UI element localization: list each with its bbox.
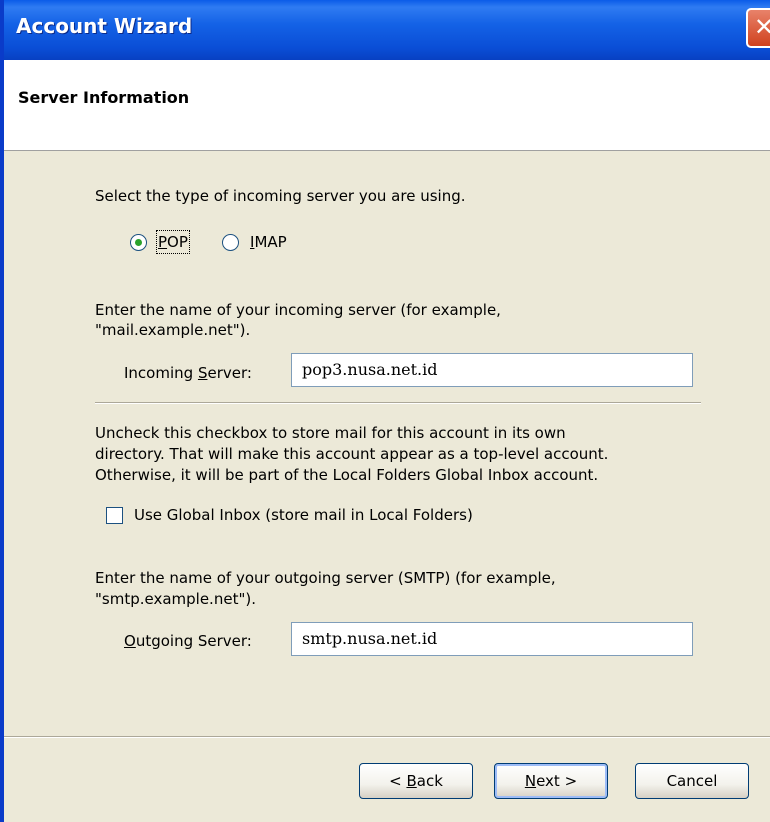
title-bar[interactable]: Account Wizard ✕	[0, 0, 770, 60]
global-inbox-text-line3: Otherwise, it will be part of the Local …	[95, 466, 599, 484]
imap-radio[interactable]	[222, 234, 239, 251]
radio-selected-dot	[135, 239, 142, 246]
server-type-prompt: Select the type of incoming server you a…	[95, 187, 466, 205]
global-inbox-text-line1: Uncheck this checkbox to store mail for …	[95, 424, 566, 442]
window-title: Account Wizard	[16, 14, 193, 38]
button-bar-divider	[4, 736, 770, 738]
page-title: Server Information	[18, 88, 190, 107]
pop-radio-label[interactable]: POP	[156, 230, 190, 254]
incoming-server-prompt-line1: Enter the name of your incoming server (…	[95, 301, 501, 319]
incoming-server-label: Incoming Server:	[124, 364, 252, 382]
outgoing-server-label: Outgoing Server:	[124, 632, 252, 650]
global-inbox-text-line2: directory. That will make this account a…	[95, 445, 609, 463]
incoming-server-input[interactable]: pop3.nusa.net.id	[291, 353, 693, 387]
use-global-inbox-checkbox[interactable]	[106, 507, 123, 524]
cancel-button[interactable]: Cancel	[635, 763, 749, 799]
wizard-header: Server Information	[4, 60, 770, 151]
imap-radio-label[interactable]: IMAP	[250, 232, 287, 252]
next-button[interactable]: Next >	[494, 763, 608, 799]
incoming-server-prompt-line2: "mail.example.net").	[95, 321, 251, 339]
back-button[interactable]: < Back	[359, 763, 473, 799]
outgoing-server-prompt-line1: Enter the name of your outgoing server (…	[95, 569, 556, 587]
pop-radio[interactable]	[130, 234, 147, 251]
use-global-inbox-label[interactable]: Use Global Inbox (store mail in Local Fo…	[134, 505, 473, 525]
close-icon[interactable]: ✕	[746, 8, 770, 48]
account-wizard-window: Account Wizard ✕ Server Information Sele…	[0, 0, 770, 822]
section-divider	[95, 402, 701, 404]
outgoing-server-input[interactable]: smtp.nusa.net.id	[291, 622, 693, 656]
outgoing-server-prompt-line2: "smtp.example.net").	[95, 590, 256, 608]
